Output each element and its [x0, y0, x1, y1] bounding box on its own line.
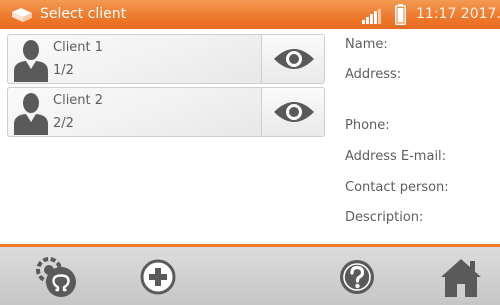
- phone-label: Phone:: [345, 118, 390, 133]
- description-label: Description:: [345, 210, 424, 225]
- add-client-button[interactable]: [135, 255, 181, 299]
- device-tag-icon: [12, 8, 32, 22]
- client-row[interactable]: Client 1 1/2: [7, 34, 325, 84]
- help-button[interactable]: [334, 255, 380, 299]
- person-icon: [14, 40, 48, 82]
- contact-person-label: Contact person:: [345, 180, 449, 195]
- home-button[interactable]: [438, 255, 484, 299]
- client-index: 1/2: [53, 63, 74, 78]
- client-index: 2/2: [53, 116, 74, 131]
- help-icon: [340, 260, 374, 294]
- add-icon: [140, 259, 176, 295]
- omega-settings-icon: [36, 257, 76, 297]
- person-icon: [14, 93, 48, 135]
- page-title: Select client: [40, 6, 127, 22]
- battery-icon: [395, 4, 406, 25]
- eye-icon: [274, 49, 314, 69]
- eye-icon: [274, 102, 314, 122]
- view-client-button[interactable]: [261, 88, 324, 136]
- title-bar: Select client 11:17 2017.10.27: [0, 0, 500, 29]
- client-name: Client 2: [53, 93, 104, 108]
- home-icon: [441, 259, 481, 297]
- bottom-toolbar: [0, 247, 500, 305]
- omega-settings-button[interactable]: [34, 255, 80, 299]
- address-label: Address:: [345, 67, 402, 82]
- name-label: Name:: [345, 37, 388, 52]
- client-name: Client 1: [53, 40, 104, 55]
- client-row[interactable]: Client 2 2/2: [7, 87, 325, 137]
- clock: 11:17 2017.10.27: [416, 6, 500, 22]
- view-client-button[interactable]: [261, 35, 324, 83]
- signal-bars-icon: [362, 9, 381, 24]
- email-label: Address E-mail:: [345, 149, 447, 164]
